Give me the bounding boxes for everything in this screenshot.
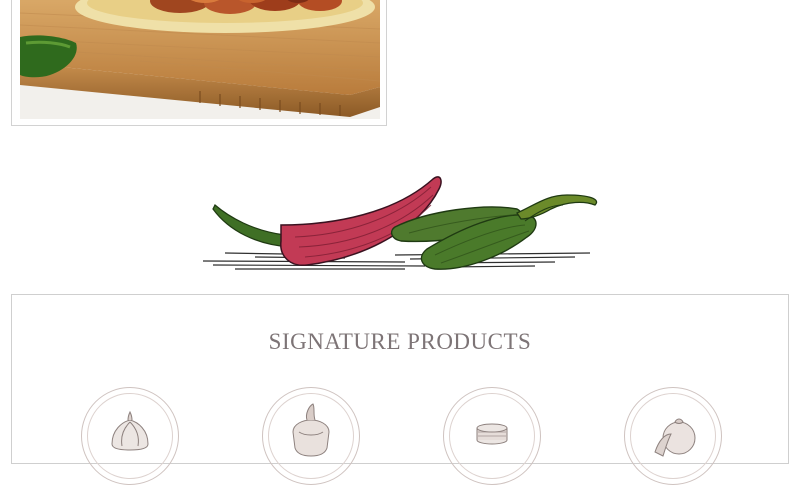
signature-products-section: SIGNATURE PRODUCTS [11, 294, 789, 485]
salsa-jar-icon [292, 403, 330, 457]
tomato-icon [654, 418, 696, 457]
product-garlic[interactable] [81, 387, 179, 485]
chili-peppers-illustration [195, 165, 605, 280]
section-title: SIGNATURE PRODUCTS [268, 329, 532, 354]
product-salsa-jar[interactable] [262, 387, 360, 485]
tortilla-stack-icon [476, 423, 508, 445]
hero-photo [20, 0, 380, 119]
hero-photo-frame [11, 0, 387, 126]
garlic-icon [111, 410, 149, 451]
product-tortilla[interactable] [443, 387, 541, 485]
product-tomato[interactable] [624, 387, 722, 485]
